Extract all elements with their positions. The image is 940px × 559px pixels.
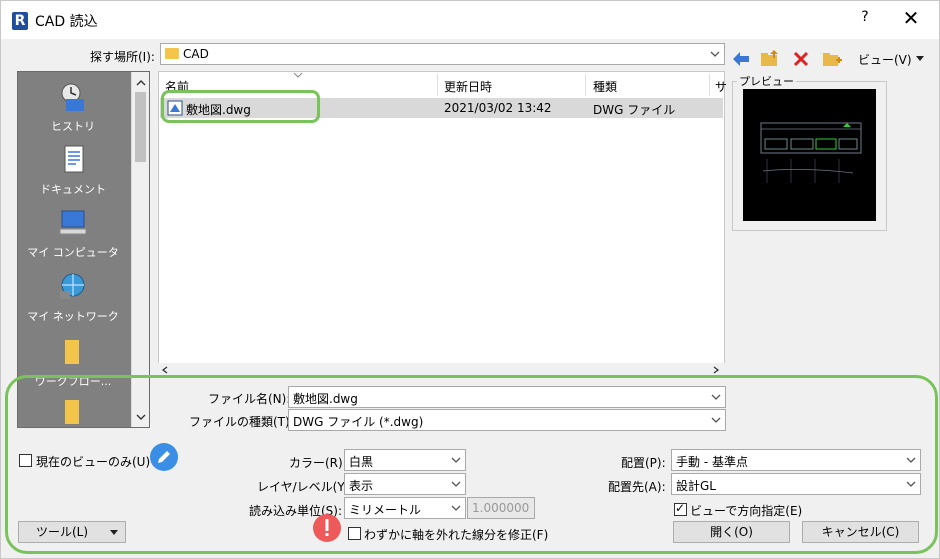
column-header-type[interactable]: 種類 <box>593 78 617 95</box>
file-modified: 2021/03/02 13:42 <box>444 101 552 115</box>
delete-icon[interactable] <box>790 48 812 70</box>
back-icon[interactable] <box>730 48 752 70</box>
folder-icon <box>65 340 79 364</box>
place-label: マイ コンピュータ <box>27 246 119 259</box>
column-header-modified[interactable]: 更新日時 <box>444 78 492 95</box>
scroll-right-icon[interactable] <box>711 365 721 375</box>
lookin-combo[interactable]: CAD <box>160 43 725 65</box>
place-my-computer[interactable]: マイ コンピュータ <box>17 207 129 260</box>
chevron-down-icon <box>710 51 720 57</box>
window-title: CAD 読込 <box>35 14 98 30</box>
file-type: DWG ファイル <box>593 103 676 117</box>
view-dropdown-icon[interactable] <box>913 51 927 65</box>
highlight-selected-file <box>161 90 320 123</box>
scroll-left-icon[interactable] <box>160 365 170 375</box>
network-icon <box>60 273 85 299</box>
history-icon <box>61 83 84 111</box>
place-label: ドキュメント <box>40 183 106 196</box>
scroll-up-icon[interactable] <box>135 78 147 88</box>
title-bar: R CAD 読込 ? ✕ <box>1 1 939 39</box>
place-label: ヒストリ <box>51 120 95 133</box>
close-button[interactable]: ✕ <box>899 6 923 30</box>
computer-icon <box>59 210 87 235</box>
column-separator[interactable] <box>709 74 710 96</box>
preview-image <box>743 89 876 221</box>
sort-indicator-icon <box>293 72 303 78</box>
scroll-thumb[interactable] <box>135 92 146 162</box>
lookin-value: CAD <box>183 47 209 61</box>
revit-app-icon: R <box>12 12 28 30</box>
new-folder-icon[interactable] <box>821 48 843 70</box>
lookin-label: 探す場所(I): <box>90 50 155 64</box>
cad-import-dialog: R CAD 読込 ? ✕ 探す場所(I): CAD ビュー(V) ヒストリ ドキ… <box>0 0 940 559</box>
column-separator[interactable] <box>585 74 586 96</box>
documents-icon <box>64 145 84 173</box>
preview-label: プレビュー <box>737 73 796 89</box>
highlight-options-area <box>5 375 938 554</box>
folder-icon <box>165 48 179 59</box>
view-menu[interactable]: ビュー(V) <box>858 51 912 68</box>
place-my-network[interactable]: マイ ネットワーク <box>17 271 129 324</box>
up-folder-icon[interactable] <box>759 48 781 70</box>
column-header-size[interactable]: サ <box>715 78 727 95</box>
place-label: マイ ネットワーク <box>27 310 119 323</box>
place-documents[interactable]: ドキュメント <box>17 144 129 197</box>
places-scrollbar[interactable] <box>131 72 149 427</box>
column-separator[interactable] <box>437 74 438 96</box>
place-history[interactable]: ヒストリ <box>17 81 129 134</box>
help-button[interactable]: ? <box>855 9 875 25</box>
cad-thumbnail-icon <box>760 122 862 183</box>
